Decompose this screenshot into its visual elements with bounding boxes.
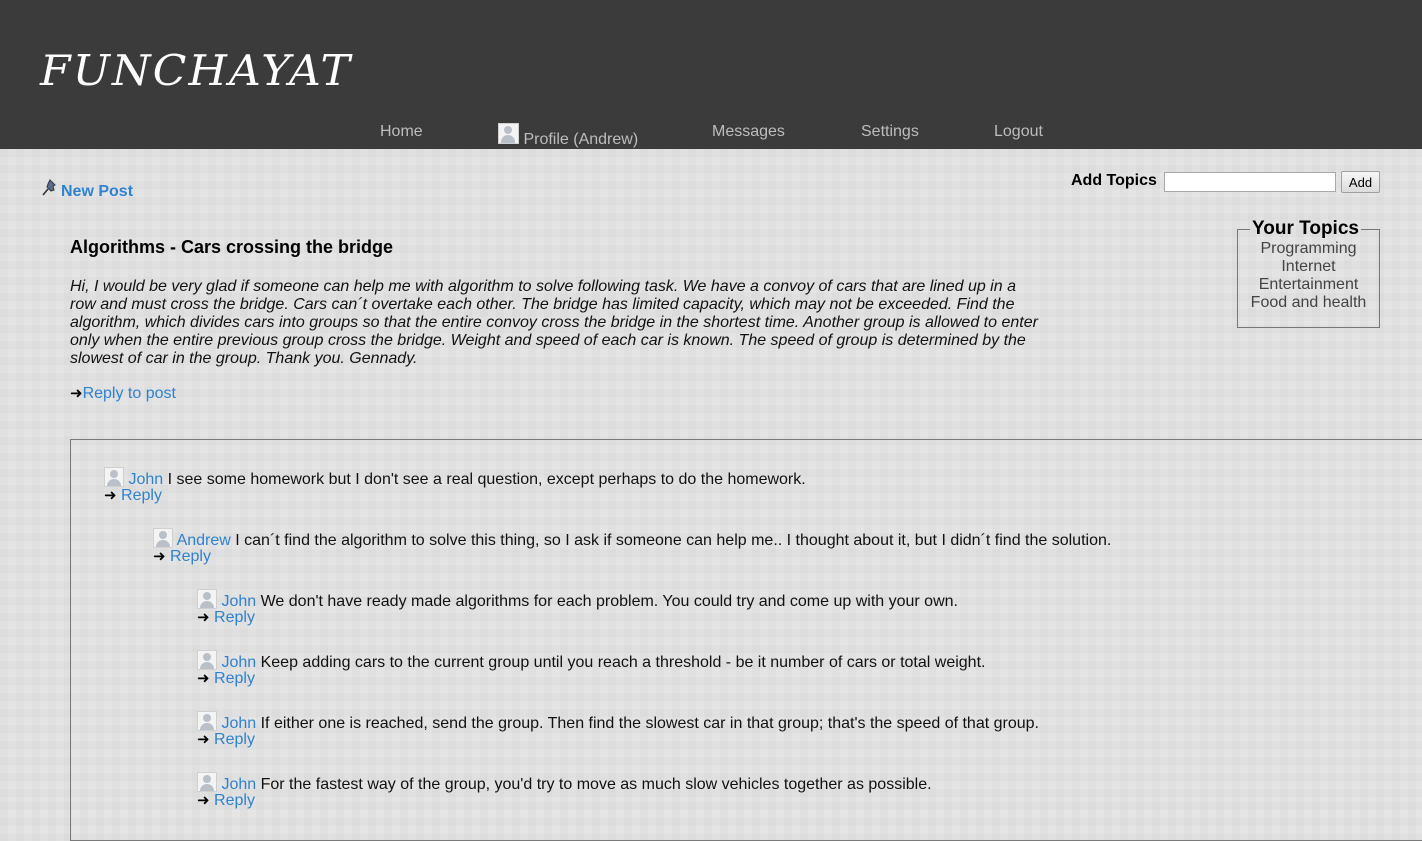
new-post-link[interactable]: New Post xyxy=(41,178,133,201)
topic-internet[interactable]: Internet xyxy=(1238,258,1379,276)
reply-to-post-label: Reply to post xyxy=(82,385,176,402)
nav-messages[interactable]: Messages xyxy=(712,123,785,141)
user-avatar-icon xyxy=(197,772,217,792)
comment-text: I see some homework but I don't see a re… xyxy=(167,471,806,488)
comments-section: John I see some homework but I don't see… xyxy=(70,439,1422,841)
comment-text: For the fastest way of the group, you'd … xyxy=(260,776,932,793)
arrow-right-icon: ➜ xyxy=(197,670,210,687)
comment-item: Andrew I can´t find the algorithm to sol… xyxy=(153,528,1111,566)
topic-programming[interactable]: Programming xyxy=(1238,240,1379,258)
nav-logout[interactable]: Logout xyxy=(994,123,1043,141)
nav-settings[interactable]: Settings xyxy=(861,123,919,141)
user-avatar-icon xyxy=(104,467,124,487)
comment-item: John We don't have ready made algorithms… xyxy=(197,589,958,627)
comment-item: John Keep adding cars to the current gro… xyxy=(197,650,985,688)
pushpin-icon xyxy=(41,178,61,198)
comment-reply-link[interactable]: Reply xyxy=(214,609,255,626)
your-topics-panel: Your Topics Programming Internet Enterta… xyxy=(1237,218,1380,328)
comment-text: We don't have ready made algorithms for … xyxy=(260,593,958,610)
arrow-right-icon: ➜ xyxy=(197,609,210,626)
arrow-right-icon: ➜ xyxy=(197,792,210,809)
user-avatar-icon xyxy=(197,711,217,731)
add-topics-label: Add Topics xyxy=(1071,172,1157,189)
comment-text: I can´t find the algorithm to solve this… xyxy=(235,532,1112,549)
user-avatar-icon xyxy=(197,589,217,609)
user-avatar-icon xyxy=(153,528,173,548)
comment-reply-link[interactable]: Reply xyxy=(121,487,162,504)
topic-entertainment[interactable]: Entertainment xyxy=(1238,276,1379,294)
nav-profile-label: Profile (Andrew) xyxy=(523,131,639,148)
nav-home[interactable]: Home xyxy=(380,123,423,141)
post-title: Algorithms - Cars crossing the bridge xyxy=(70,237,394,257)
comment-text: Keep adding cars to the current group un… xyxy=(260,654,986,671)
site-logo[interactable]: FUNCHAYAT xyxy=(40,46,352,95)
arrow-right-icon: ➜ xyxy=(70,385,83,402)
comment-text: If either one is reached, send the group… xyxy=(260,715,1039,732)
topic-food-and-health[interactable]: Food and health xyxy=(1238,294,1379,312)
post-body: Hi, I would be very glad if someone can … xyxy=(70,278,1038,367)
nav-profile[interactable]: Profile (Andrew) xyxy=(498,123,638,149)
site-header: FUNCHAYAT Home Profile (Andrew) Messages… xyxy=(0,0,1422,149)
comment-item: John I see some homework but I don't see… xyxy=(104,467,806,505)
comment-item: John For the fastest way of the group, y… xyxy=(197,772,932,810)
comment-item: John If either one is reached, send the … xyxy=(197,711,1039,749)
comment-reply-link[interactable]: Reply xyxy=(214,731,255,748)
arrow-right-icon: ➜ xyxy=(197,731,210,748)
add-topic-input[interactable] xyxy=(1164,172,1336,192)
arrow-right-icon: ➜ xyxy=(104,487,117,504)
arrow-right-icon: ➜ xyxy=(153,548,166,565)
new-post-label: New Post xyxy=(61,183,134,200)
reply-to-post-link[interactable]: ➜Reply to post xyxy=(70,384,176,403)
add-topic-button[interactable]: Add xyxy=(1341,171,1380,193)
comment-reply-link[interactable]: Reply xyxy=(170,548,211,565)
profile-avatar-icon xyxy=(498,123,519,144)
comment-reply-link[interactable]: Reply xyxy=(214,792,255,809)
user-avatar-icon xyxy=(197,650,217,670)
your-topics-title: Your Topics xyxy=(1252,218,1359,239)
comment-reply-link[interactable]: Reply xyxy=(214,670,255,687)
